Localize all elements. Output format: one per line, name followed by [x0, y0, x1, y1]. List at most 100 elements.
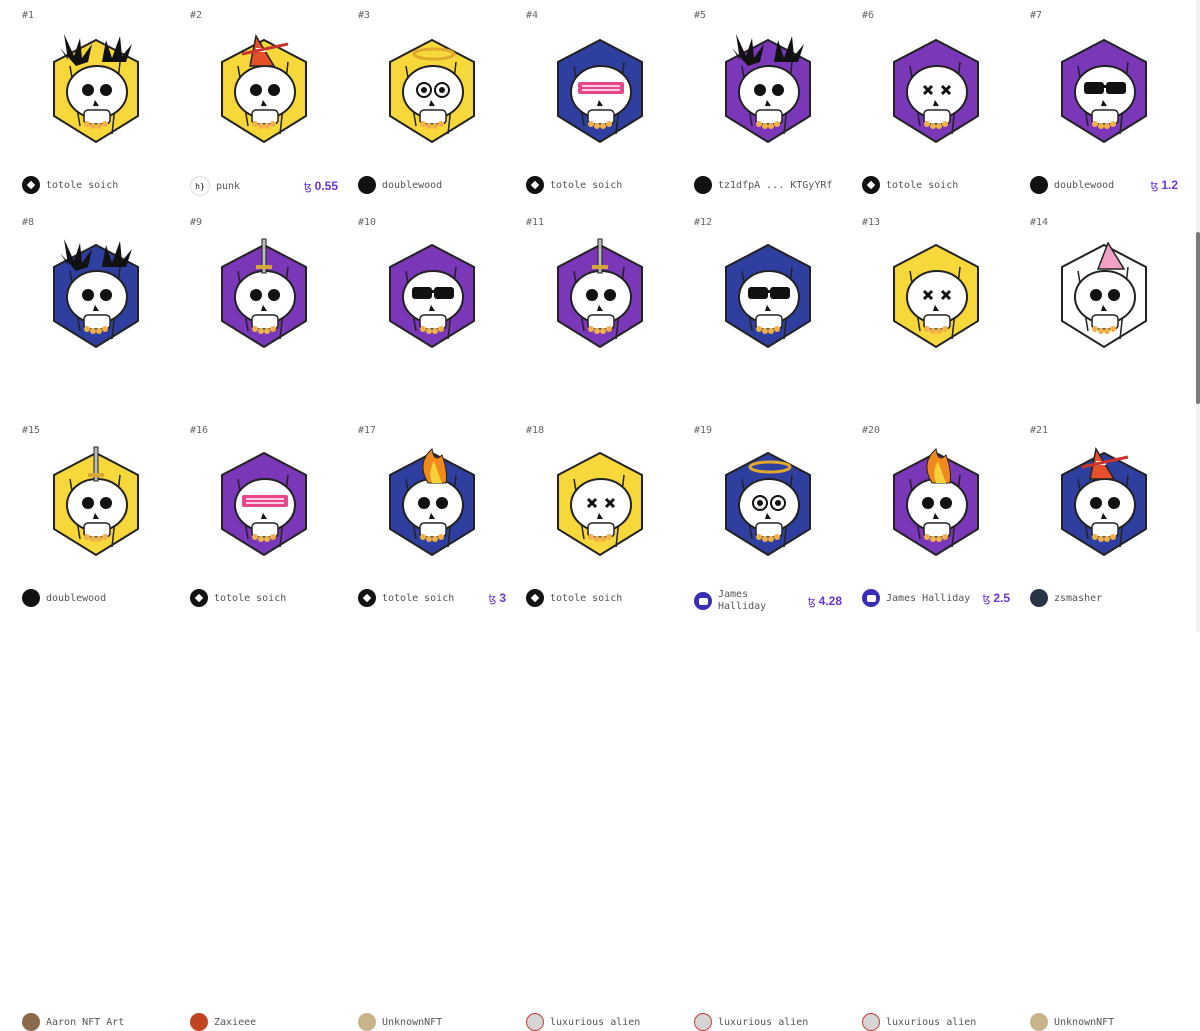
owner-name[interactable]: luxurious alien — [550, 1017, 640, 1028]
nft-card[interactable]: #3 doublewood — [348, 0, 516, 207]
owner-avatar[interactable] — [526, 1013, 544, 1031]
token-number: #19 — [694, 425, 713, 436]
owner-avatar[interactable] — [862, 176, 880, 194]
tezos-currency-icon: ꜩ — [1150, 180, 1159, 192]
token-number: #18 — [526, 425, 545, 436]
token-number: #17 — [358, 425, 377, 436]
nft-card[interactable]: #19 luxurious alien — [684, 415, 852, 1031]
owner-name[interactable]: doublewood — [1054, 180, 1114, 191]
nft-artwork[interactable] — [712, 443, 824, 565]
owner-name[interactable]: totole soich — [46, 180, 118, 191]
nft-artwork[interactable] — [1048, 235, 1160, 357]
nft-card[interactable]: #15 Aaron NFT Art — [12, 415, 180, 1031]
token-number: #9 — [190, 217, 203, 228]
nft-card[interactable]: #20 luxurious alien — [852, 415, 1020, 1031]
nft-card[interactable]: #6 totole soich — [852, 0, 1020, 207]
token-number: #10 — [358, 217, 377, 228]
nft-card[interactable]: #17 UnknownNFT — [348, 415, 516, 1031]
token-number: #14 — [1030, 217, 1049, 228]
owner-row: totole soich — [22, 176, 170, 194]
nft-card[interactable]: #11 totole soich — [516, 207, 684, 607]
nft-artwork[interactable] — [208, 443, 320, 565]
owner-row: luxurious alien — [862, 1013, 1010, 1031]
token-number: #16 — [190, 425, 209, 436]
owner-row: tz1dfpA ... KTGyYRf — [694, 176, 842, 194]
owner-row: luxurious alien — [694, 1013, 842, 1031]
scrollbar-thumb[interactable] — [1196, 232, 1200, 404]
nft-card[interactable]: #18 luxurious alien — [516, 415, 684, 1031]
owner-name[interactable]: totole soich — [550, 180, 622, 191]
owner-avatar[interactable] — [862, 1013, 880, 1031]
owner-avatar[interactable] — [22, 176, 40, 194]
nft-card[interactable]: #10 totole soich ꜩ 3 — [348, 207, 516, 607]
owner-row: luxurious alien — [526, 1013, 674, 1031]
owner-row: Aaron NFT Art — [22, 1013, 170, 1031]
nft-grid: #1 totole soich #2 h} punk ꜩ 0.55 #3 dou… — [12, 0, 1188, 1031]
owner-avatar[interactable] — [358, 1013, 376, 1031]
nft-artwork[interactable] — [880, 30, 992, 152]
token-number: #12 — [694, 217, 713, 228]
token-number: #21 — [1030, 425, 1049, 436]
owner-row: totole soich — [862, 176, 1010, 194]
owner-row: doublewood — [358, 176, 506, 194]
owner-avatar[interactable] — [1030, 1013, 1048, 1031]
token-number: #13 — [862, 217, 881, 228]
owner-avatar[interactable] — [526, 176, 544, 194]
nft-card[interactable]: #12 James Halliday ꜩ 4.28 — [684, 207, 852, 612]
owner-name[interactable]: totole soich — [886, 180, 958, 191]
nft-card[interactable]: #5 tz1dfpA ... KTGyYRf — [684, 0, 852, 207]
nft-card[interactable]: #13 James Halliday ꜩ 2.5 — [852, 207, 1020, 607]
nft-artwork[interactable] — [544, 30, 656, 152]
owner-name[interactable]: Zaxieee — [214, 1017, 256, 1028]
owner-row: doublewood ꜩ 1.2 — [1030, 176, 1178, 194]
token-number: #20 — [862, 425, 881, 436]
owner-name[interactable]: UnknownNFT — [1054, 1017, 1114, 1028]
nft-card[interactable]: #8 doublewood — [12, 207, 180, 607]
nft-artwork[interactable] — [40, 30, 152, 152]
owner-avatar[interactable] — [22, 1013, 40, 1031]
owner-avatar[interactable] — [694, 176, 712, 194]
owner-name[interactable]: luxurious alien — [886, 1017, 976, 1028]
nft-artwork[interactable] — [40, 235, 152, 357]
nft-artwork[interactable] — [880, 235, 992, 357]
owner-name[interactable]: luxurious alien — [718, 1017, 808, 1028]
owner-name[interactable]: punk — [216, 181, 240, 192]
nft-card[interactable]: #4 totole soich — [516, 0, 684, 207]
token-number: #5 — [694, 10, 707, 21]
nft-artwork[interactable] — [880, 443, 992, 565]
nft-artwork[interactable] — [376, 30, 488, 152]
nft-card[interactable]: #7 doublewood ꜩ 1.2 — [1020, 0, 1188, 207]
owner-row: Zaxieee — [190, 1013, 338, 1031]
owner-avatar[interactable] — [694, 1013, 712, 1031]
owner-name[interactable]: doublewood — [382, 180, 442, 191]
owner-avatar[interactable] — [358, 176, 376, 194]
price-value: 1.2 — [1161, 178, 1178, 192]
nft-card[interactable]: #16 Zaxieee — [180, 415, 348, 1031]
nft-artwork[interactable] — [1048, 30, 1160, 152]
nft-card[interactable]: #9 totole soich — [180, 207, 348, 607]
owner-row: UnknownNFT — [358, 1013, 506, 1031]
nft-artwork[interactable] — [544, 235, 656, 357]
nft-artwork[interactable] — [40, 443, 152, 565]
owner-name[interactable]: tz1dfpA ... KTGyYRf — [718, 180, 832, 191]
nft-artwork[interactable] — [712, 235, 824, 357]
owner-name[interactable]: Aaron NFT Art — [46, 1017, 124, 1028]
nft-artwork[interactable] — [208, 235, 320, 357]
nft-card[interactable]: #2 h} punk ꜩ 0.55 — [180, 0, 348, 207]
nft-card[interactable]: #1 totole soich — [12, 0, 180, 207]
owner-name[interactable]: UnknownNFT — [382, 1017, 442, 1028]
owner-avatar[interactable] — [190, 1013, 208, 1031]
nft-artwork[interactable] — [376, 235, 488, 357]
nft-artwork[interactable] — [712, 30, 824, 152]
owner-avatar[interactable]: h} — [190, 176, 210, 196]
nft-artwork[interactable] — [1048, 443, 1160, 565]
price-tag: ꜩ 0.55 — [304, 179, 338, 193]
token-number: #8 — [22, 217, 35, 228]
token-number: #1 — [22, 10, 35, 21]
nft-card[interactable]: #21 UnknownNFT — [1020, 415, 1188, 1031]
nft-artwork[interactable] — [208, 30, 320, 152]
nft-artwork[interactable] — [376, 443, 488, 565]
nft-artwork[interactable] — [544, 443, 656, 565]
owner-avatar[interactable] — [1030, 176, 1048, 194]
nft-card[interactable]: #14 zsmasher — [1020, 207, 1188, 607]
